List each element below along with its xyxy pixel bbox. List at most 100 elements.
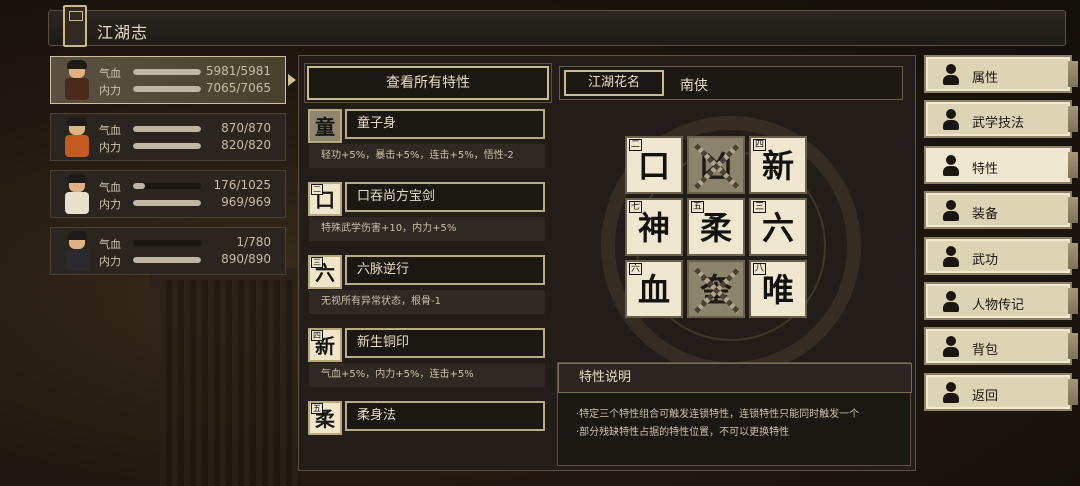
mp-label: 内力: [99, 198, 121, 211]
slot-char: 新: [761, 147, 794, 185]
trait-explanation: 特性说明 ·特定三个特性组合可触发连锁特性，连锁特性只能同时触发一个 ·部分残缺…: [557, 362, 912, 466]
trait-slot-number: 三: [311, 257, 323, 268]
mp-bar: [133, 143, 201, 149]
book-icon: [940, 245, 962, 268]
character-card[interactable]: 气血 内力 5981/5981 7065/7065: [50, 56, 296, 104]
trait-name[interactable]: 童子身: [345, 109, 545, 139]
trait-list[interactable]: 童 童子身 轻功+5%，暴击+5%，连击+5%，悟性-2 二 口 口吞尚方宝剑 …: [307, 106, 549, 478]
slot-char: 柔: [699, 209, 732, 247]
trait-name[interactable]: 新生铜印: [345, 328, 545, 358]
trait-description: 特殊武学伤害+10，内力+5%: [309, 217, 545, 241]
trait-slot[interactable]: 七神: [625, 198, 683, 256]
trait-slot-number: 五: [311, 403, 323, 414]
person-icon: [940, 64, 962, 86]
character-card[interactable]: 气血 内力 1/780 890/890: [50, 227, 286, 275]
mp-label: 内力: [99, 141, 121, 154]
slot-char: 口: [637, 147, 670, 185]
trait-icon[interactable]: 二 口: [308, 182, 342, 216]
trait-slot[interactable]: 四新: [749, 136, 807, 194]
hp-label: 气血: [99, 238, 121, 251]
avatar: [59, 231, 95, 273]
trait-grid: 二口凶四新七神五柔三六六血奎八唯: [561, 106, 901, 406]
explanation-line: ·特定三个特性组合可触发连锁特性，连锁特性只能同时触发一个: [576, 409, 860, 420]
trait-slot[interactable]: 五柔: [687, 198, 745, 256]
trait-item[interactable]: 四 新 新生铜印 气血+5%，内力+5%，连击+5%: [307, 325, 549, 397]
book-icon: [63, 5, 87, 47]
character-card[interactable]: 气血 内力 870/870 820/820: [50, 113, 286, 161]
slot-number: 四: [753, 139, 767, 151]
hp-bar: [133, 126, 201, 132]
hp-value: 1/780: [236, 235, 271, 249]
trait-item[interactable]: 三 六 六脉逆行 无视所有异常状态，根骨-1: [307, 252, 549, 324]
mp-bar: [133, 200, 201, 206]
view-all-traits-button[interactable]: 查看所有特性: [304, 63, 552, 103]
slot-char: 神: [637, 209, 670, 247]
locked-trait-slot[interactable]: 奎: [687, 260, 745, 318]
slot-number: 七: [629, 201, 643, 213]
trait-name[interactable]: 六脉逆行: [345, 255, 545, 285]
sword-icon: [940, 200, 962, 222]
mp-label: 内力: [99, 255, 121, 268]
trait-name[interactable]: 柔身法: [345, 401, 545, 431]
hp-value: 5981/5981: [205, 64, 271, 78]
trait-name[interactable]: 口吞尚方宝剑: [345, 182, 545, 212]
menu-item[interactable]: 返回: [924, 372, 1078, 411]
trait-item[interactable]: 五 柔 柔身法: [307, 398, 549, 470]
trait-icon[interactable]: 童: [308, 109, 342, 143]
menu-item-label: 特性: [972, 161, 999, 177]
hp-label: 气血: [99, 181, 121, 194]
trait-icon[interactable]: 三 六: [308, 255, 342, 289]
trait-item[interactable]: 童 童子身 轻功+5%，暴击+5%，连击+5%，悟性-2: [307, 106, 549, 178]
trait-slot[interactable]: 八唯: [749, 260, 807, 318]
menu-item[interactable]: 武学技法: [924, 100, 1078, 139]
scroll-icon: [940, 290, 962, 313]
menu-item[interactable]: 特性: [924, 145, 1078, 184]
slot-char: 唯: [761, 271, 794, 309]
menu-item-label: 人物传记: [972, 297, 1025, 313]
background-pagoda: [160, 280, 300, 486]
slot-number: 八: [753, 263, 767, 275]
explanation-title: 特性说明: [558, 363, 912, 393]
trait-icon[interactable]: 五 柔: [308, 401, 342, 435]
trait-slot-number: 二: [311, 184, 323, 195]
nickname-box: 江湖花名 南侠: [559, 66, 903, 100]
mp-value: 969/969: [221, 195, 271, 209]
trait-slot[interactable]: 六血: [625, 260, 683, 318]
locked-trait-slot[interactable]: 凶: [687, 136, 745, 194]
hp-value: 176/1025: [213, 178, 272, 192]
slot-char: 凶: [699, 147, 732, 185]
mp-bar: [133, 257, 201, 263]
trait-icon[interactable]: 四 新: [308, 328, 342, 362]
menu-item-label: 属性: [972, 71, 999, 86]
trait-item[interactable]: 二 口 口吞尚方宝剑 特殊武学伤害+10，内力+5%: [307, 179, 549, 251]
mp-value: 7065/7065: [205, 81, 271, 95]
slot-char: 六: [761, 209, 794, 247]
slot-number: 二: [629, 139, 643, 151]
slot-char: 血: [637, 271, 670, 309]
trait-panel: 查看所有特性 童 童子身 轻功+5%，暴击+5%，连击+5%，悟性-2 二 口 …: [298, 55, 916, 471]
character-card[interactable]: 气血 内力 176/1025 969/969: [50, 170, 286, 218]
trait-icon-char: 童: [315, 115, 335, 139]
menu-item[interactable]: 装备: [924, 191, 1078, 230]
menu-item-label: 返回: [972, 388, 999, 404]
menu-item[interactable]: 人物传记: [924, 281, 1078, 320]
trait-description: 气血+5%，内力+5%，连击+5%: [309, 363, 545, 387]
menu-item[interactable]: 背包: [924, 327, 1078, 366]
menu-item[interactable]: 武功: [924, 236, 1078, 275]
hp-bar: [133, 183, 201, 189]
mp-label: 内力: [99, 84, 121, 97]
page-title: 江湖志: [97, 23, 149, 42]
menu-item[interactable]: 属性: [924, 55, 1078, 93]
explanation-line: ·部分残缺特性占据的特性位置，不可以更换特性: [576, 427, 790, 438]
hp-value: 870/870: [221, 121, 271, 135]
trait-slot[interactable]: 三六: [749, 198, 807, 256]
trait-slot-number: 四: [311, 330, 323, 341]
slot-number: 五: [691, 201, 705, 213]
skills-icon: [940, 109, 962, 131]
mp-bar: [133, 86, 201, 92]
title-bar: 江湖志: [48, 5, 1066, 47]
avatar: [59, 174, 95, 216]
avatar: [59, 117, 95, 159]
trait-slot[interactable]: 二口: [625, 136, 683, 194]
trait-icon: [940, 154, 962, 177]
